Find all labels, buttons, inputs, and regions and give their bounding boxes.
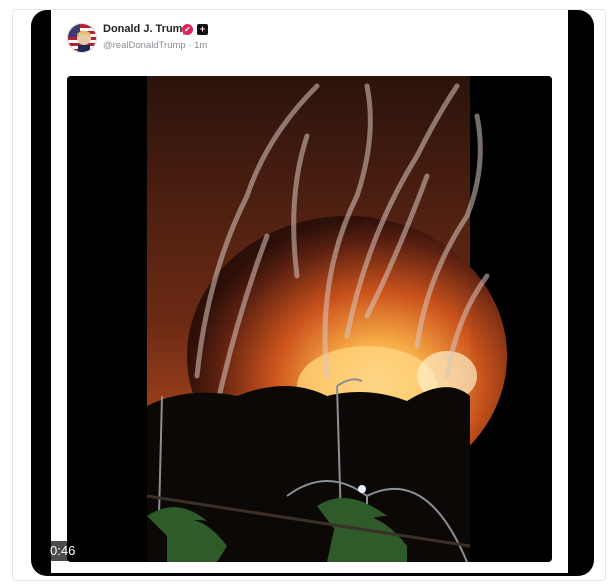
avatar-image [68,24,96,52]
author-name[interactable]: Donald J. Trump [103,23,189,35]
video-media[interactable] [67,76,552,562]
video-frame-image [67,76,552,562]
post-card: Donald J. Trump ✔ + @realDonaldTrump · 1… [51,10,568,573]
plus-square-icon[interactable]: + [197,24,208,35]
handle-and-time[interactable]: @realDonaldTrump · 1m [103,40,207,51]
verified-badge-icon: ✔ [182,24,193,35]
avatar[interactable] [67,23,97,53]
video-duration: 0:46 [46,541,80,561]
